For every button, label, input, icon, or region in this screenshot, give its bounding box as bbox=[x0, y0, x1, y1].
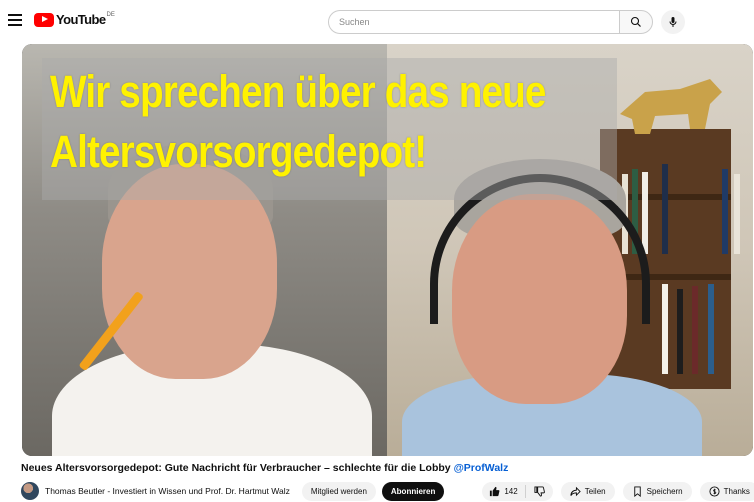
search-button[interactable] bbox=[619, 10, 653, 34]
subscribe-button[interactable]: Abonnieren bbox=[381, 481, 445, 501]
hamburger-menu-icon[interactable] bbox=[8, 14, 22, 26]
masthead: YouTube DE bbox=[0, 0, 754, 42]
share-label: Teilen bbox=[584, 486, 606, 496]
gold-bull-figure bbox=[620, 79, 722, 134]
thumbs-down-icon bbox=[534, 485, 545, 497]
bookmark-icon bbox=[633, 485, 641, 497]
thanks-label: Thanks bbox=[723, 486, 750, 496]
thanks-button[interactable]: Thanks bbox=[699, 481, 754, 501]
book bbox=[662, 284, 668, 374]
book bbox=[642, 172, 648, 254]
book bbox=[708, 284, 714, 374]
channel-name[interactable]: Thomas Beutler - Investiert in Wissen un… bbox=[45, 486, 290, 496]
book bbox=[734, 174, 740, 254]
share-icon bbox=[570, 486, 581, 496]
youtube-logo[interactable]: YouTube DE bbox=[34, 12, 115, 27]
title-overlay-text: Wir sprechen über das neue Altersvorsorg… bbox=[50, 62, 549, 182]
search-icon bbox=[630, 16, 641, 27]
like-count: 142 bbox=[504, 486, 518, 496]
like-dislike-group: 142 bbox=[482, 481, 553, 501]
join-button[interactable]: Mitglied werden bbox=[301, 481, 376, 501]
save-button[interactable]: Speichern bbox=[622, 481, 692, 501]
voice-search-button[interactable] bbox=[661, 10, 685, 34]
search-input[interactable] bbox=[328, 10, 619, 34]
book bbox=[662, 164, 668, 254]
thanks-dollar-icon bbox=[709, 485, 720, 497]
video-title: Neues Altersvorsorgedepot: Gute Nachrich… bbox=[21, 462, 508, 474]
book bbox=[722, 169, 728, 254]
book bbox=[692, 286, 698, 374]
channel-action-row: Thomas Beutler - Investiert in Wissen un… bbox=[21, 481, 754, 501]
save-label: Speichern bbox=[646, 486, 683, 496]
avatar[interactable] bbox=[21, 482, 39, 500]
logo-region: DE bbox=[106, 11, 115, 18]
share-button[interactable]: Teilen bbox=[560, 481, 615, 501]
search-bar bbox=[328, 10, 653, 34]
video-title-text: Neues Altersvorsorgedepot: Gute Nachrich… bbox=[21, 462, 451, 474]
overlay-line-1: Wir sprechen über das neue bbox=[50, 66, 546, 117]
dislike-button[interactable] bbox=[526, 485, 553, 497]
overlay-line-2: Altersvorsorgedepot! bbox=[50, 126, 427, 177]
thumbs-up-icon bbox=[490, 486, 500, 496]
like-button[interactable]: 142 bbox=[482, 484, 526, 498]
book bbox=[677, 289, 683, 374]
microphone-icon bbox=[669, 17, 677, 27]
mention-link[interactable]: @ProfWalz bbox=[454, 462, 509, 474]
logo-text: YouTube bbox=[56, 12, 106, 27]
youtube-play-icon bbox=[34, 12, 54, 27]
